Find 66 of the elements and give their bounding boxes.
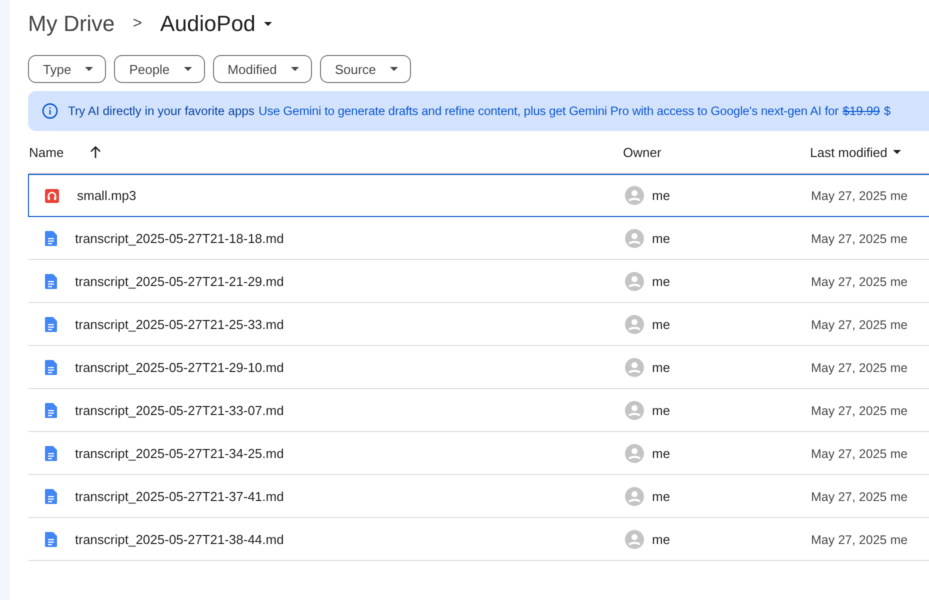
file-name: transcript_2025-05-27T21-18-18.md [75,231,284,246]
file-name: transcript_2025-05-27T21-29-10.md [75,360,284,375]
file-name: transcript_2025-05-27T21-25-33.md [75,317,284,332]
filter-chip[interactable]: Source [320,55,412,83]
old-price: $19.99 [842,104,880,118]
owner-name: me [652,403,670,418]
filter-chip[interactable]: Modified [212,55,312,83]
owner-name: me [652,188,670,203]
avatar-icon [625,487,644,506]
modified-date: May 27, 2025 me [811,532,909,546]
banner-title: Try AI directly in your favorite apps [68,104,254,118]
column-header[interactable]: Owner [623,144,662,160]
caret-icon [85,67,94,71]
document-icon [45,317,57,332]
filter-chip[interactable]: People [114,55,205,83]
document-icon [45,532,57,547]
avatar-icon [625,272,644,291]
file-name: transcript_2025-05-27T21-37-41.md [75,489,284,504]
owner-name: me [652,274,670,289]
file-name: transcript_2025-05-27T21-34-25.md [75,446,284,461]
modified-date: May 27, 2025 me [811,446,909,460]
folder-menu-button[interactable]: AudioPod [160,11,272,37]
avatar-icon [625,315,644,334]
document-icon [45,489,57,504]
file-name: transcript_2025-05-27T21-21-29.md [75,274,284,289]
document-icon [45,274,57,289]
caret-icon [264,22,272,26]
document-icon [45,403,57,418]
price-text: $ [884,104,891,118]
avatar-icon [625,401,644,420]
caret-icon [184,67,192,71]
owner-name: me [652,532,670,547]
avatar-icon [625,530,644,549]
document-icon [45,446,57,461]
avatar-icon [625,444,644,463]
column-header[interactable]: Name [28,144,101,160]
document-icon [45,360,57,375]
breadcrumb-link[interactable]: My Drive [28,11,115,37]
document-icon [45,231,57,246]
modified-date: May 27, 2025 me [811,274,909,288]
owner-name: me [652,446,670,461]
avatar-icon [625,186,644,205]
modified-date: May 27, 2025 me [811,360,909,374]
owner-name: me [652,231,670,246]
owner-name: me [652,489,670,504]
column-header[interactable]: Last modified [810,144,902,160]
modified-date: May 27, 2025 me [811,490,909,504]
info-icon [42,103,58,119]
filter-chip[interactable]: Type [28,55,106,83]
file-row[interactable]: small.mp3 me May 27, 2025 me [28,174,929,217]
headphones-icon [45,188,59,202]
caret-icon [290,67,299,71]
owner-name: me [652,317,670,332]
owner-name: me [652,360,670,375]
modified-date: May 27, 2025 me [811,188,909,202]
breadcrumb-separator: > [132,15,142,33]
modified-date: May 27, 2025 me [811,318,909,332]
avatar-icon [625,229,644,248]
avatar-icon [625,358,644,377]
modified-date: May 27, 2025 me [811,232,909,246]
file-name: transcript_2025-05-27T21-33-07.md [75,403,284,418]
caret-icon [390,67,398,71]
file-name: small.mp3 [77,188,136,203]
banner-message: Use Gemini to generate drafts and refine content, plus get Gemini Pro with access to Google's next-gen AI for [258,104,839,118]
modified-date: May 27, 2025 me [811,404,909,418]
file-name: transcript_2025-05-27T21-38-44.md [75,532,284,547]
